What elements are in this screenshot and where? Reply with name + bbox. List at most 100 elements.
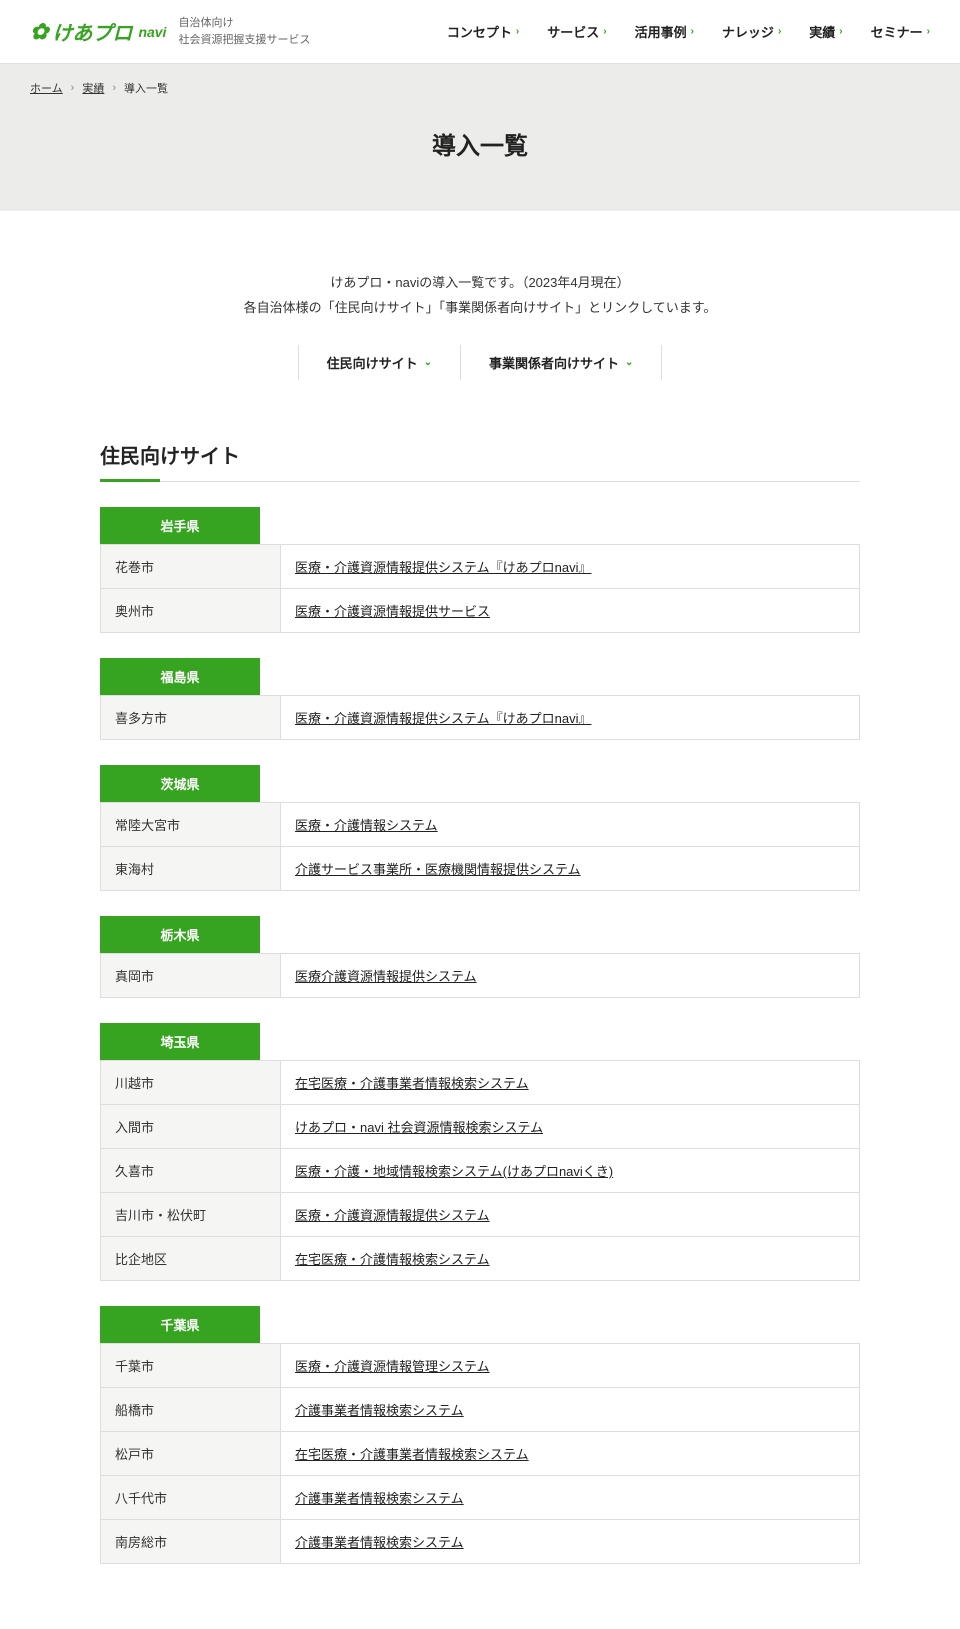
- anchor-label: 事業関係者向けサイト: [489, 353, 619, 372]
- prefecture-block: 埼玉県川越市在宅医療・介護事業者情報検索システム入間市けあプロ・navi 社会資…: [100, 1023, 860, 1281]
- nav-results[interactable]: 実績›: [809, 22, 842, 41]
- city-cell: 花巻市: [101, 545, 281, 589]
- site-link[interactable]: 介護事業者情報検索システム: [295, 1403, 464, 1418]
- breadcrumb-current: 導入一覧: [124, 80, 168, 96]
- city-cell: 南房総市: [101, 1520, 281, 1564]
- site-link[interactable]: 医療・介護・地域情報検索システム(けあプロnaviくき): [295, 1164, 613, 1179]
- page-title: 導入一覧: [0, 126, 960, 161]
- nav-label: コンセプト: [447, 22, 512, 41]
- breadcrumb-home[interactable]: ホーム: [30, 80, 63, 96]
- link-cell: 医療・介護・地域情報検索システム(けあプロnaviくき): [281, 1149, 860, 1193]
- city-cell: 常陸大宮市: [101, 803, 281, 847]
- logo-area: ✿ けあプロnavi 自治体向け 社会資源把握支援サービス: [30, 15, 310, 48]
- city-cell: 松戸市: [101, 1432, 281, 1476]
- site-link[interactable]: 介護事業者情報検索システム: [295, 1491, 464, 1506]
- nav-knowledge[interactable]: ナレッジ›: [722, 22, 781, 41]
- city-cell: 東海村: [101, 847, 281, 891]
- city-cell: 入間市: [101, 1105, 281, 1149]
- prefecture-block: 千葉県千葉市医療・介護資源情報管理システム船橋市介護事業者情報検索システム松戸市…: [100, 1306, 860, 1564]
- table-row: 八千代市介護事業者情報検索システム: [101, 1476, 860, 1520]
- city-cell: 奥州市: [101, 589, 281, 633]
- prefecture-table: 川越市在宅医療・介護事業者情報検索システム入間市けあプロ・navi 社会資源情報…: [100, 1060, 860, 1281]
- nav-service[interactable]: サービス›: [547, 22, 606, 41]
- breadcrumb-bar: ホーム › 実績 › 導入一覧: [0, 64, 960, 96]
- chevron-right-icon: ›: [603, 26, 606, 37]
- site-logo[interactable]: ✿ けあプロnavi: [30, 17, 166, 46]
- prefecture-header: 茨城県: [100, 765, 260, 802]
- link-cell: 医療・介護資源情報提供サービス: [281, 589, 860, 633]
- anchor-business[interactable]: 事業関係者向けサイト ⌄: [461, 345, 662, 380]
- site-link[interactable]: 医療・介護資源情報提供システム『けあプロnavi』: [295, 560, 591, 575]
- link-cell: 在宅医療・介護事業者情報検索システム: [281, 1061, 860, 1105]
- main-content: けあプロ・naviの導入一覧です。（2023年4月現在） 各自治体様の「住民向け…: [80, 211, 880, 1629]
- breadcrumb-mid[interactable]: 実績: [82, 80, 104, 96]
- site-link[interactable]: 医療・介護資源情報管理システム: [295, 1359, 490, 1374]
- link-cell: 医療・介護資源情報提供システム『けあプロnavi』: [281, 696, 860, 740]
- city-cell: 比企地区: [101, 1237, 281, 1281]
- prefecture-table: 花巻市医療・介護資源情報提供システム『けあプロnavi』奥州市医療・介護資源情報…: [100, 544, 860, 633]
- site-link[interactable]: 医療・介護情報システム: [295, 818, 438, 833]
- anchor-label: 住民向けサイト: [327, 353, 418, 372]
- site-link[interactable]: 医療・介護資源情報提供システム: [295, 1208, 490, 1223]
- city-cell: 真岡市: [101, 954, 281, 998]
- chevron-right-icon: ›: [71, 82, 75, 94]
- chevron-right-icon: ›: [691, 26, 694, 37]
- site-link[interactable]: けあプロ・navi 社会資源情報検索システム: [295, 1120, 543, 1135]
- prefecture-table: 真岡市医療介護資源情報提供システム: [100, 953, 860, 998]
- link-cell: 医療・介護情報システム: [281, 803, 860, 847]
- site-link[interactable]: 医療・介護資源情報提供サービス: [295, 604, 490, 619]
- chevron-right-icon: ›: [927, 26, 930, 37]
- prefecture-header: 栃木県: [100, 916, 260, 953]
- table-row: 真岡市医療介護資源情報提供システム: [101, 954, 860, 998]
- city-cell: 船橋市: [101, 1388, 281, 1432]
- table-row: 比企地区在宅医療・介護情報検索システム: [101, 1237, 860, 1281]
- nav-label: セミナー: [871, 22, 923, 41]
- site-link[interactable]: 介護事業者情報検索システム: [295, 1535, 464, 1550]
- city-cell: 喜多方市: [101, 696, 281, 740]
- prefecture-table: 千葉市医療・介護資源情報管理システム船橋市介護事業者情報検索システム松戸市在宅医…: [100, 1343, 860, 1564]
- nav-label: 実績: [809, 22, 835, 41]
- link-cell: 介護事業者情報検索システム: [281, 1520, 860, 1564]
- table-row: 川越市在宅医療・介護事業者情報検索システム: [101, 1061, 860, 1105]
- table-row: 吉川市・松伏町医療・介護資源情報提供システム: [101, 1193, 860, 1237]
- prefecture-table: 常陸大宮市医療・介護情報システム東海村介護サービス事業所・医療機関情報提供システ…: [100, 802, 860, 891]
- nav-concept[interactable]: コンセプト›: [447, 22, 519, 41]
- link-cell: 在宅医療・介護事業者情報検索システム: [281, 1432, 860, 1476]
- site-link[interactable]: 介護サービス事業所・医療機関情報提供システム: [295, 862, 581, 877]
- logo-sub-line1: 自治体向け: [178, 15, 310, 32]
- table-row: 船橋市介護事業者情報検索システム: [101, 1388, 860, 1432]
- site-header: ✿ けあプロnavi 自治体向け 社会資源把握支援サービス コンセプト› サービ…: [0, 0, 960, 64]
- city-cell: 八千代市: [101, 1476, 281, 1520]
- site-link[interactable]: 医療・介護資源情報提供システム『けあプロnavi』: [295, 711, 591, 726]
- anchor-resident[interactable]: 住民向けサイト ⌄: [298, 345, 461, 380]
- prefecture-header: 岩手県: [100, 507, 260, 544]
- chevron-right-icon: ›: [778, 26, 781, 37]
- section-title: 住民向けサイト: [100, 440, 860, 482]
- link-cell: けあプロ・navi 社会資源情報検索システム: [281, 1105, 860, 1149]
- prefecture-list: 岩手県花巻市医療・介護資源情報提供システム『けあプロnavi』奥州市医療・介護資…: [100, 507, 860, 1564]
- logo-subtitle: 自治体向け 社会資源把握支援サービス: [178, 15, 310, 48]
- logo-navi: navi: [138, 24, 166, 40]
- site-link[interactable]: 医療介護資源情報提供システム: [295, 969, 477, 984]
- site-link[interactable]: 在宅医療・介護情報検索システム: [295, 1252, 490, 1267]
- table-row: 松戸市在宅医療・介護事業者情報検索システム: [101, 1432, 860, 1476]
- prefecture-header: 埼玉県: [100, 1023, 260, 1060]
- nav-label: 活用事例: [635, 22, 687, 41]
- site-link[interactable]: 在宅医療・介護事業者情報検索システム: [295, 1076, 529, 1091]
- city-cell: 川越市: [101, 1061, 281, 1105]
- main-nav: コンセプト› サービス› 活用事例› ナレッジ› 実績› セミナー›: [447, 22, 930, 41]
- city-cell: 久喜市: [101, 1149, 281, 1193]
- table-row: 喜多方市医療・介護資源情報提供システム『けあプロnavi』: [101, 696, 860, 740]
- table-row: 南房総市介護事業者情報検索システム: [101, 1520, 860, 1564]
- site-link[interactable]: 在宅医療・介護事業者情報検索システム: [295, 1447, 529, 1462]
- nav-seminar[interactable]: セミナー ›: [871, 22, 930, 41]
- intro-text: けあプロ・naviの導入一覧です。（2023年4月現在） 各自治体様の「住民向け…: [100, 271, 860, 320]
- nav-cases[interactable]: 活用事例 ›: [635, 22, 694, 41]
- logo-text: けあプロ: [52, 17, 132, 46]
- city-cell: 吉川市・松伏町: [101, 1193, 281, 1237]
- page-title-area: 導入一覧: [0, 96, 960, 211]
- prefecture-header: 千葉県: [100, 1306, 260, 1343]
- breadcrumb: ホーム › 実績 › 導入一覧: [30, 80, 930, 96]
- link-cell: 在宅医療・介護情報検索システム: [281, 1237, 860, 1281]
- link-cell: 医療介護資源情報提供システム: [281, 954, 860, 998]
